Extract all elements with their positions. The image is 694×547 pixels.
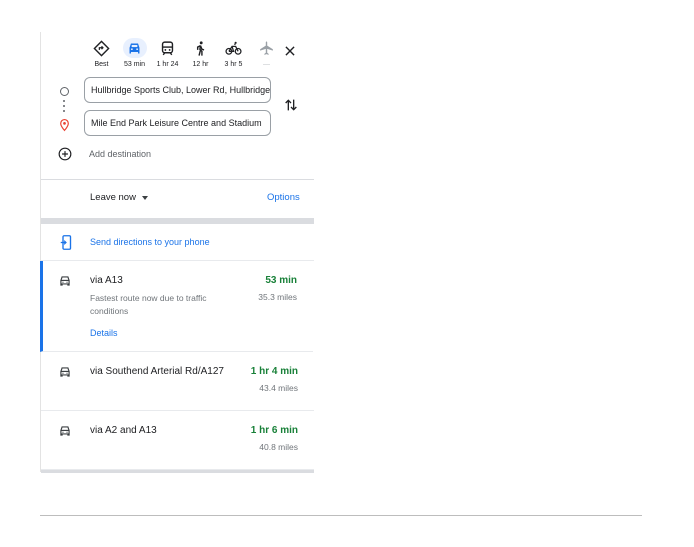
car-icon xyxy=(60,426,70,436)
destination-pin-icon xyxy=(60,118,69,132)
route-option[interactable]: via Southend Arterial Rd/A127 1 hr 4 min… xyxy=(41,352,314,411)
mode-label: Best xyxy=(94,61,109,68)
route-distance: 35.3 miles xyxy=(258,292,297,302)
origin-input[interactable]: Hullbridge Sports Club, Lower Rd, Hullbr… xyxy=(84,77,271,103)
walking-icon xyxy=(188,38,214,58)
car-icon xyxy=(60,367,70,377)
mode-label: 1 hr 24 xyxy=(156,61,179,68)
route-via: via Southend Arterial Rd/A127 xyxy=(90,366,224,377)
car-icon xyxy=(122,38,147,58)
page-divider xyxy=(40,515,642,516)
route-distance: 40.8 miles xyxy=(259,442,298,452)
travel-mode-bar: Best 53 min 1 hr 24 12 hr 3 hr 5 — xyxy=(85,38,283,70)
mode-best[interactable]: Best xyxy=(85,38,118,70)
divider xyxy=(41,179,314,180)
mode-transit[interactable]: 1 hr 24 xyxy=(151,38,184,70)
train-icon xyxy=(155,38,181,58)
mode-label: — xyxy=(263,61,270,68)
route-dots-icon xyxy=(63,100,66,115)
route-duration: 53 min xyxy=(265,275,297,286)
route-description: Fastest route now due to traffic conditi… xyxy=(90,293,207,316)
mode-label: 53 min xyxy=(123,61,145,68)
route-via: via A13 xyxy=(90,275,123,286)
car-icon xyxy=(60,276,70,286)
leave-now-dropdown[interactable]: Leave now xyxy=(90,192,148,203)
add-circle-icon xyxy=(58,147,72,161)
route-option[interactable]: via A13 53 min 35.3 miles Fastest route … xyxy=(40,261,313,352)
route-duration: 1 hr 4 min xyxy=(250,366,298,377)
mode-walking[interactable]: 12 hr xyxy=(184,38,217,70)
add-destination-label: Add destination xyxy=(89,149,152,159)
swap-arrows-icon xyxy=(285,99,297,111)
send-to-phone-link[interactable]: Send directions to your phone xyxy=(90,237,210,247)
mode-label: 12 hr xyxy=(192,61,209,68)
add-destination-button[interactable]: Add destination xyxy=(58,147,151,161)
close-directions-button[interactable] xyxy=(281,42,299,60)
mode-label: 3 hr 5 xyxy=(224,61,243,68)
bicycle-icon xyxy=(221,38,247,58)
route-details-link[interactable]: Details xyxy=(90,328,118,338)
airplane-icon xyxy=(254,38,280,58)
caret-down-icon xyxy=(141,195,148,200)
leave-now-label: Leave now xyxy=(90,192,136,203)
mode-cycling[interactable]: 3 hr 5 xyxy=(217,38,250,70)
mode-flight[interactable]: — xyxy=(250,38,283,70)
route-duration: 1 hr 6 min xyxy=(250,425,298,436)
options-link[interactable]: Options xyxy=(267,192,300,203)
phone-send-icon xyxy=(60,235,72,250)
mode-driving[interactable]: 53 min xyxy=(118,38,151,70)
diamond-directions-icon xyxy=(89,38,115,58)
send-to-phone-row[interactable]: Send directions to your phone xyxy=(41,224,314,261)
swap-waypoints-button[interactable] xyxy=(283,97,299,113)
close-icon xyxy=(285,46,295,56)
section-separator xyxy=(41,470,314,473)
route-option[interactable]: via A2 and A13 1 hr 6 min 40.8 miles xyxy=(41,411,314,470)
origin-circle-icon xyxy=(60,87,69,96)
route-via: via A2 and A13 xyxy=(90,425,157,436)
directions-panel: Best 53 min 1 hr 24 12 hr 3 hr 5 — Hullb… xyxy=(40,32,314,473)
destination-input[interactable]: Mile End Park Leisure Centre and Stadium xyxy=(84,110,271,136)
route-distance: 43.4 miles xyxy=(259,383,298,393)
